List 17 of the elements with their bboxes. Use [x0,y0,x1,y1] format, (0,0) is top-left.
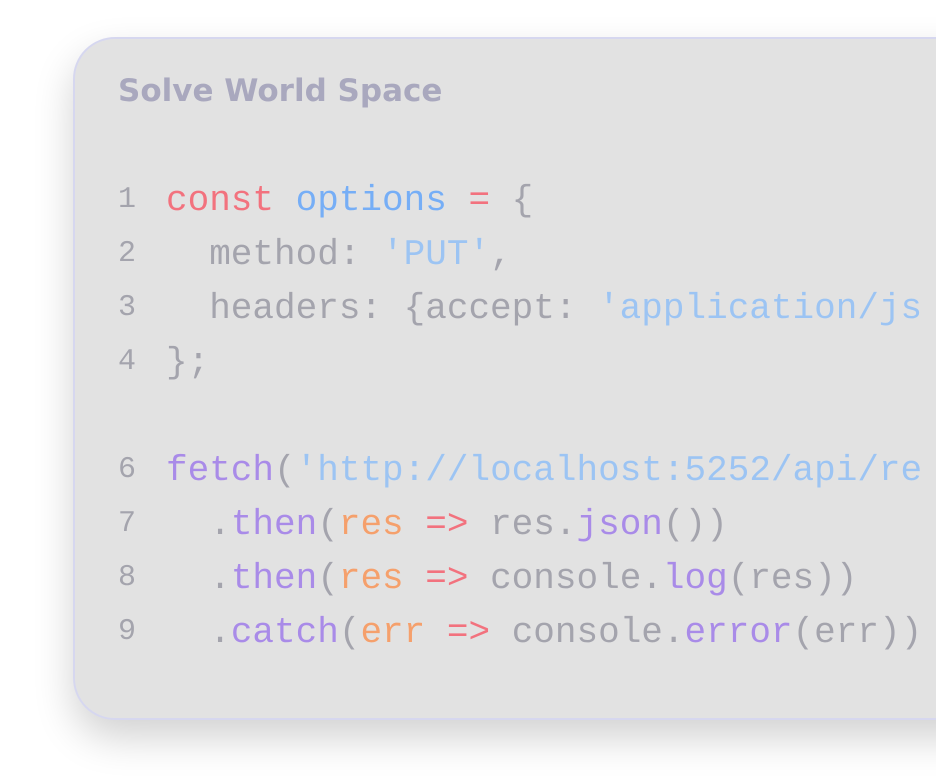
line-number: 8 [118,561,138,595]
code-line: .catch(err => console.error(err)) [208,612,922,652]
line-number: 2 [118,237,138,271]
code-line: const options = { [166,180,534,220]
code-line: headers: {accept: 'application/js [208,288,922,328]
code-line: }; [166,342,210,382]
code-line: .then(res => console.log(res)) [208,558,858,598]
line-number: 9 [118,615,138,649]
line-number: 7 [118,507,138,541]
line-number: 3 [118,291,138,325]
line-number: 4 [118,345,138,379]
line-number: 6 [118,453,138,487]
code-line: method: 'PUT', [208,234,512,274]
card-title: Solve World Space [118,73,442,109]
line-number: 1 [118,183,138,217]
code-line: fetch('http://localhost:5252/api/re [166,450,922,490]
code-line: .then(res => res.json()) [208,504,728,544]
